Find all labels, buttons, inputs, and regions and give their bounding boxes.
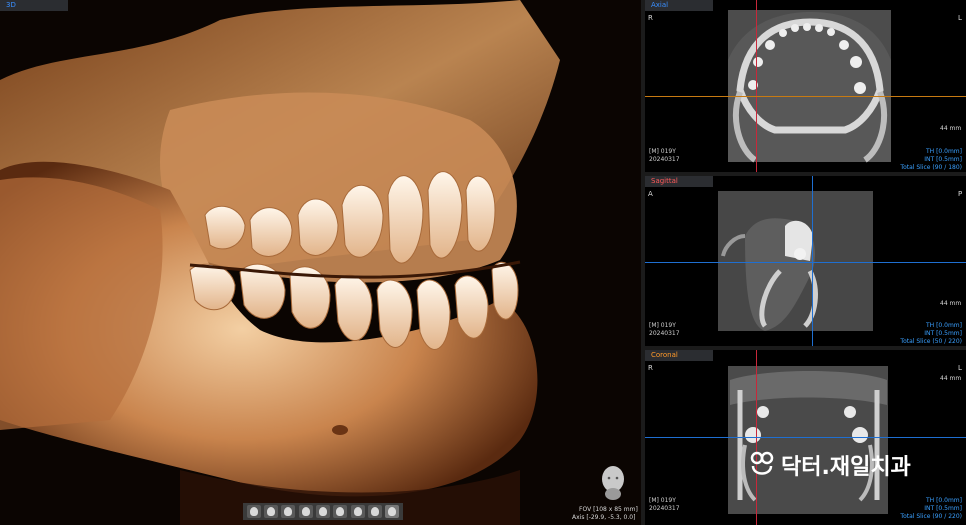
- preset-top-button[interactable]: [315, 505, 330, 518]
- sagittal-left-marker: A: [648, 190, 653, 198]
- clinic-watermark: 닥터.재일치과: [749, 449, 911, 481]
- head-oblique3-icon: [388, 507, 397, 516]
- axial-slice: Total Slice (90 / 180): [900, 164, 962, 171]
- axial-scale: 44 mm: [940, 125, 962, 132]
- preset-bottom-button[interactable]: [333, 505, 348, 518]
- fov-readout: FOV [108 x 85 mm]: [579, 506, 638, 513]
- coronal-viewport[interactable]: Coronal R L 44 mm [M] 019Y 20240317 TH […: [645, 350, 966, 525]
- divider-vertical[interactable]: [641, 0, 645, 525]
- axial-right-marker: L: [958, 14, 962, 22]
- sagittal-axial-crosshair[interactable]: [645, 262, 966, 263]
- preset-right-button[interactable]: [298, 505, 313, 518]
- coronal-th: TH [0.0mm]: [926, 497, 962, 504]
- axial-viewport[interactable]: Axial R L 44 mm [M] 019Y 20240317 TH [0.…: [645, 0, 966, 172]
- axial-left-marker: R: [648, 14, 653, 22]
- coronal-axial-crosshair[interactable]: [645, 437, 966, 438]
- preset-oblique1-button[interactable]: [350, 505, 365, 518]
- axial-patient: [M] 019Y: [649, 148, 676, 155]
- sagittal-th: TH [0.0mm]: [926, 322, 962, 329]
- tab-axial[interactable]: Axial: [645, 0, 713, 11]
- 3d-viewport[interactable]: 3D FOV [108 x 85 mm] Axis [-29.9, -5.3, …: [0, 0, 641, 525]
- clinic-logo-icon: [750, 451, 774, 475]
- axial-th: TH [0.0mm]: [926, 148, 962, 155]
- preset-left-button[interactable]: [281, 505, 296, 518]
- head-right-icon: [301, 507, 310, 516]
- head-left-icon: [284, 507, 293, 516]
- axial-sagittal-crosshair[interactable]: [756, 0, 757, 172]
- divider-axial-sagittal[interactable]: [645, 172, 966, 176]
- sagittal-scale: 44 mm: [940, 300, 962, 307]
- sagittal-int: INT [0.5mm]: [924, 330, 962, 337]
- 3d-volume-render: [0, 0, 641, 525]
- view-preset-toolbar: [243, 503, 403, 520]
- head-bottom-icon: [336, 507, 345, 516]
- preset-oblique2-button[interactable]: [367, 505, 382, 518]
- sagittal-right-marker: P: [958, 190, 963, 198]
- axial-slice-image: [728, 10, 891, 163]
- axial-date: 20240317: [649, 156, 680, 163]
- sagittal-date: 20240317: [649, 330, 680, 337]
- head-front-icon: [249, 507, 258, 516]
- axis-readout: Axis [-29.9, -5.3, 0.0]: [572, 514, 636, 521]
- head-top-icon: [318, 507, 327, 516]
- head-oblique2-icon: [370, 507, 379, 516]
- sagittal-slice: Total Slice (50 / 220): [900, 338, 962, 345]
- coronal-patient: [M] 019Y: [649, 497, 676, 504]
- preset-front-button[interactable]: [246, 505, 261, 518]
- tab-sagittal[interactable]: Sagittal: [645, 176, 713, 187]
- tab-3d[interactable]: 3D: [0, 0, 68, 11]
- divider-sagittal-coronal[interactable]: [645, 346, 966, 350]
- clinic-watermark-text: 닥터.재일치과: [781, 455, 911, 480]
- preset-oblique3-button[interactable]: [385, 505, 400, 518]
- sagittal-viewport[interactable]: Sagittal A P 44 mm [M] 019Y 20240317 TH …: [645, 176, 966, 346]
- sagittal-patient: [M] 019Y: [649, 322, 676, 329]
- head-oblique-icon: [353, 507, 362, 516]
- coronal-scale: 44 mm: [940, 375, 962, 382]
- tab-coronal[interactable]: Coronal: [645, 350, 713, 361]
- orientation-head-icon[interactable]: [598, 464, 628, 500]
- axial-int: INT [0.5mm]: [924, 156, 962, 163]
- coronal-left-marker: R: [648, 364, 653, 372]
- coronal-date: 20240317: [649, 505, 680, 512]
- preset-back-button[interactable]: [263, 505, 278, 518]
- coronal-right-marker: L: [958, 364, 962, 372]
- sagittal-slice-image: [718, 191, 873, 331]
- coronal-int: INT [0.5mm]: [924, 505, 962, 512]
- sagittal-coronal-crosshair[interactable]: [812, 176, 813, 346]
- axial-coronal-crosshair[interactable]: [645, 96, 966, 97]
- head-back-icon: [266, 507, 275, 516]
- coronal-slice: Total Slice (90 / 220): [900, 513, 962, 520]
